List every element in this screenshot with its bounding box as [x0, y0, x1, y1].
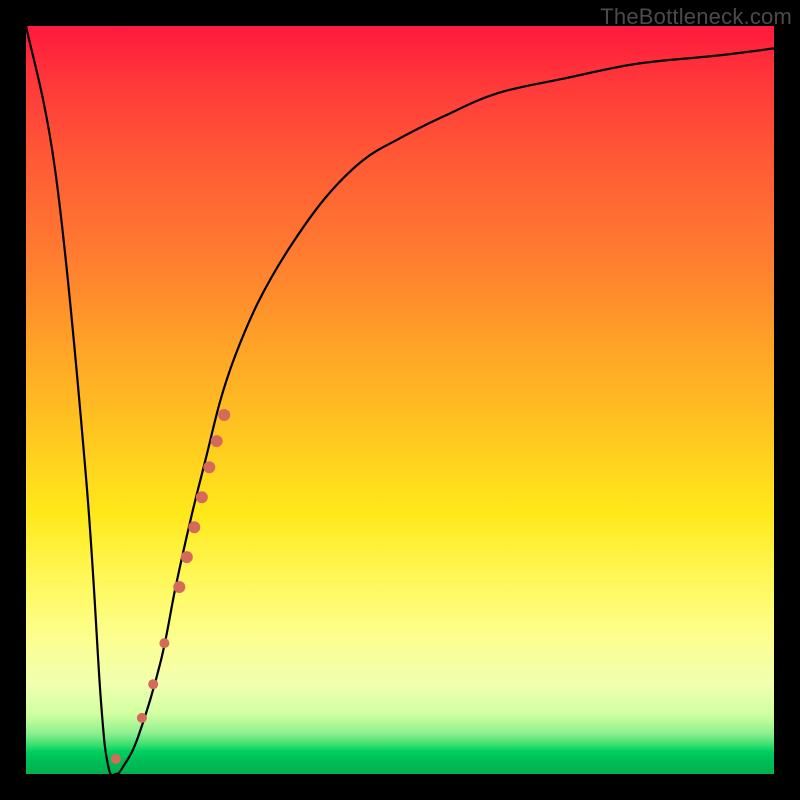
highlight-seg-3	[188, 521, 200, 533]
highlight-min	[111, 754, 121, 764]
highlight-dot-c	[159, 638, 169, 648]
highlight-seg-4	[196, 491, 208, 503]
chart-frame: TheBottleneck.com	[0, 0, 800, 800]
highlight-seg-6	[211, 435, 223, 447]
highlight-seg-2	[181, 551, 193, 563]
curve-layer	[26, 26, 774, 774]
highlight-dot-b	[148, 679, 158, 689]
highlight-seg-7	[218, 409, 230, 421]
bottleneck-curve	[26, 26, 774, 775]
marker-group	[111, 409, 230, 764]
highlight-seg-5	[203, 461, 215, 473]
plot-area: TheBottleneck.com	[26, 26, 774, 774]
highlight-seg-1	[173, 581, 185, 593]
highlight-dot-a	[137, 713, 147, 723]
